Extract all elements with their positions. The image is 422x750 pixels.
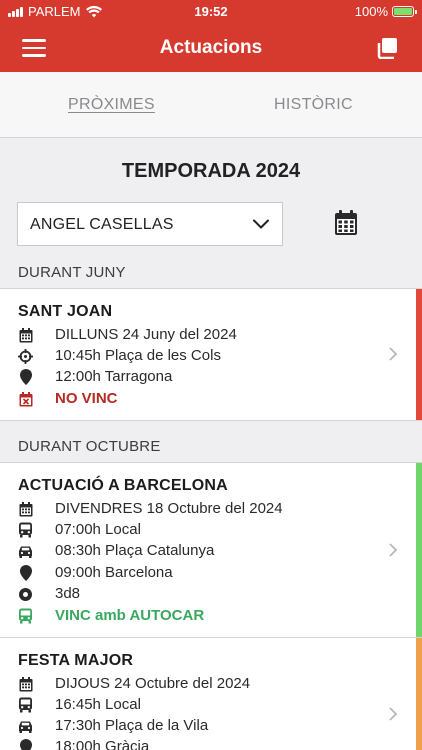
crosshair-icon — [18, 348, 33, 364]
event-attendance-row: NO VINC — [18, 389, 118, 409]
status-indicator-bar — [416, 289, 422, 420]
event-title: ACTUACIÓ A BARCELONA — [18, 477, 228, 494]
chevron-right-icon — [389, 347, 398, 361]
map-pin-icon — [18, 739, 33, 750]
event-date: DILLUNS 24 Juny del 2024 — [55, 326, 237, 343]
status-bar: PARLEM 19:52 100% — [0, 0, 422, 24]
event-card-sant-joan[interactable]: SANT JOAN DILLUNS 24 Juny del 2024 10:45… — [0, 289, 422, 420]
calendar-icon — [18, 501, 33, 517]
event-location: 18:00h Gràcia — [55, 738, 150, 750]
status-indicator-bar — [416, 638, 422, 750]
calendar-icon — [18, 676, 33, 692]
event-meeting-row: 10:45h Plaça de les Cols — [18, 346, 221, 366]
event-bus-row: 16:45h Local — [18, 695, 141, 715]
calendar-icon — [18, 327, 33, 343]
section-header-octubre: DURANT OCTUBRE — [18, 438, 161, 455]
divider — [0, 420, 422, 421]
car-icon — [18, 543, 33, 559]
event-car-row: 17:30h Plaça de la Vila — [18, 716, 208, 736]
status-right: 100% — [354, 4, 417, 19]
map-pin-icon — [18, 565, 33, 581]
season-title: TEMPORADA 2024 — [121, 160, 301, 182]
bus-icon — [18, 608, 33, 624]
event-location-row: 12:00h Tarragona — [18, 367, 172, 387]
event-date-row: DIVENDRES 18 Octubre del 2024 — [18, 499, 283, 519]
tab-bar: PRÒXIMES HISTÒRIC — [0, 72, 422, 138]
event-castell: 3d8 — [55, 585, 81, 602]
copy-icon[interactable] — [376, 37, 398, 59]
attendance-status: VINC amb AUTOCAR — [55, 607, 205, 624]
event-bus-departure: 07:00h Local — [55, 521, 141, 538]
member-select[interactable]: ANGEL CASELLAS — [17, 202, 283, 246]
chevron-right-icon — [389, 543, 398, 557]
event-location-row: 18:00h Gràcia — [18, 737, 149, 750]
bus-icon — [18, 697, 33, 713]
battery-percent: 100% — [354, 4, 388, 19]
calendar-icon[interactable] — [334, 210, 358, 236]
event-meeting-point: 10:45h Plaça de les Cols — [55, 347, 221, 364]
page-title: Actuacions — [159, 37, 263, 58]
target-icon — [18, 586, 33, 602]
event-attendance-row: VINC amb AUTOCAR — [18, 606, 204, 626]
map-pin-icon — [18, 369, 33, 385]
tab-proximes[interactable]: PRÒXIMES — [68, 96, 155, 114]
event-date: DIVENDRES 18 Octubre del 2024 — [55, 500, 283, 517]
member-select-value: ANGEL CASELLAS — [30, 216, 174, 233]
event-bus-row: 07:00h Local — [18, 520, 141, 540]
event-meeting-point: 17:30h Plaça de la Vila — [55, 717, 209, 734]
app-bar: Actuacions — [0, 24, 422, 72]
event-castell-row: 3d8 — [18, 584, 80, 604]
event-location: 12:00h Tarragona — [55, 368, 173, 385]
battery-icon — [392, 6, 417, 17]
event-bus-departure: 16:45h Local — [55, 696, 141, 713]
event-location: 09:00h Barcelona — [55, 564, 173, 581]
bus-icon — [18, 522, 33, 538]
event-date-row: DIJOUS 24 Octubre del 2024 — [18, 674, 250, 694]
event-title: FESTA MAJOR — [18, 652, 134, 669]
event-date: DIJOUS 24 Octubre del 2024 — [55, 675, 251, 692]
event-date-row: DILLUNS 24 Juny del 2024 — [18, 325, 237, 345]
chevron-down-icon — [253, 219, 269, 229]
car-icon — [18, 718, 33, 734]
calendar-x-icon — [18, 391, 33, 407]
chevron-right-icon — [389, 707, 398, 721]
event-card-festa-major[interactable]: FESTA MAJOR DIJOUS 24 Octubre del 2024 1… — [0, 638, 422, 750]
event-car-row: 08:30h Plaça Catalunya — [18, 541, 214, 561]
event-location-row: 09:00h Barcelona — [18, 563, 173, 583]
event-meeting-point: 08:30h Plaça Catalunya — [55, 542, 215, 559]
status-indicator-bar — [416, 463, 422, 637]
event-title: SANT JOAN — [18, 303, 113, 320]
tab-historic[interactable]: HISTÒRIC — [274, 96, 353, 114]
attendance-status: NO VINC — [55, 390, 118, 407]
event-card-actuacio-barcelona[interactable]: ACTUACIÓ A BARCELONA DIVENDRES 18 Octubr… — [0, 463, 422, 637]
section-header-juny: DURANT JUNY — [18, 264, 126, 281]
